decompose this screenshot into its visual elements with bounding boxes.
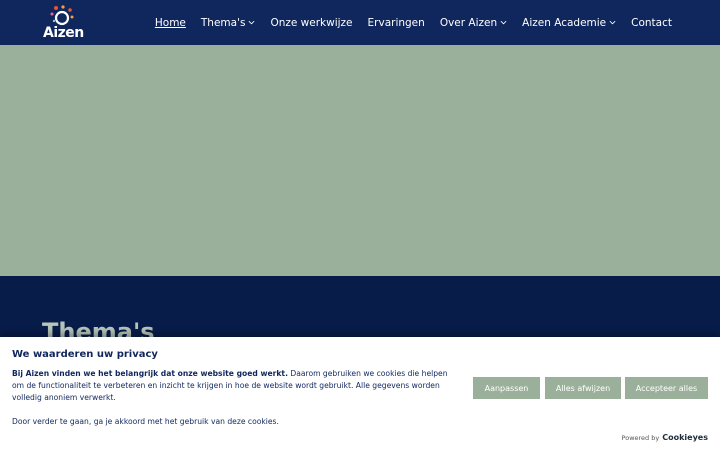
navbar: Aizen Home Thema's Onze werkwijze Ervari… [0,0,720,45]
nav-label: Aizen Academie [522,16,607,29]
powered-by-label: Powered by [621,434,660,442]
chevron-down-icon [609,20,616,25]
hero-banner [0,45,720,276]
cookie-description-bold: Bij Aizen vinden we het belangrijk dat o… [12,369,288,378]
nav-label: Onze werkwijze [270,16,353,29]
cookie-consent-banner: We waarderen uw privacy Bij Aizen vinden… [0,337,720,450]
chevron-down-icon [249,20,255,25]
main-nav: Home Thema's Onze werkwijze Ervaringen O… [140,0,672,45]
nav-item-over-aizen[interactable]: Over Aizen [440,17,507,29]
nav-item-contact[interactable]: Contact [631,17,672,29]
nav-item-onze-werkwijze[interactable]: Onze werkwijze [270,17,352,29]
logo-text: Aizen [43,25,84,41]
chevron-down-icon [500,20,507,25]
nav-item-themas[interactable]: Thema's [201,17,256,29]
cookie-title: We waarderen uw privacy [12,349,158,360]
nav-item-ervaringen[interactable]: Ervaringen [368,17,425,29]
reject-all-button[interactable]: Alles afwijzen [545,377,621,399]
cookie-description: Bij Aizen vinden we het belangrijk dat o… [12,368,457,404]
nav-item-aizen-academie[interactable]: Aizen Academie [522,17,616,29]
nav-label: Over Aizen [439,16,498,29]
cookieyes-logo: Cookieyes [662,433,708,442]
aizen-logo[interactable]: Aizen [42,5,86,41]
cookie-consent-note: Door verder te gaan, ga je akkoord met h… [12,417,279,426]
nav-item-home[interactable]: Home [155,17,186,29]
customize-button[interactable]: Aanpassen [473,377,540,399]
nav-label: Ervaringen [367,16,425,29]
accept-all-button[interactable]: Accepteer alles [625,377,708,399]
nav-label: Contact [631,16,672,29]
nav-label: Home [154,16,186,29]
powered-by[interactable]: Powered by Cookieyes [622,433,708,442]
nav-label: Thema's [200,16,246,29]
